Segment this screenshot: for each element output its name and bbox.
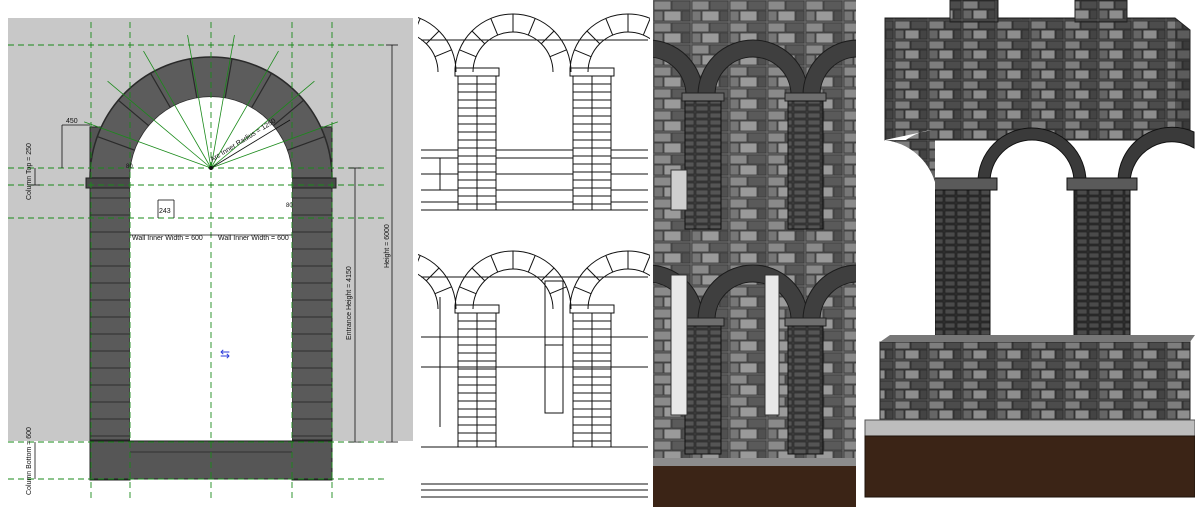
perspective-render bbox=[864, 0, 1195, 498]
flip-control-icon[interactable]: ⇆ bbox=[220, 347, 230, 361]
perspective-opening-left bbox=[990, 136, 1074, 342]
stone-render bbox=[653, 0, 856, 507]
dim-offset-right: 80 bbox=[286, 203, 293, 209]
rendered-perspective-view bbox=[860, 0, 1195, 507]
dim-offset-left: 80 bbox=[126, 164, 133, 170]
dim-offset-mid: 243 bbox=[159, 208, 171, 215]
dim-wall-inner-width-right: Wall Inner Width = 600 bbox=[218, 235, 289, 242]
perspective-base-slab bbox=[864, 419, 1195, 437]
render-base-slab bbox=[653, 458, 856, 466]
elevation-top bbox=[418, 13, 650, 211]
dim-entrance-height: Entrance Height = 4150 bbox=[346, 266, 353, 340]
dim-column-bottom: Column Bottom = 600 bbox=[26, 427, 33, 495]
perspective-lower-wall bbox=[879, 341, 1191, 421]
perspective-opening-right bbox=[1130, 143, 1190, 342]
elevation-bottom bbox=[418, 250, 650, 448]
render-ground bbox=[653, 466, 856, 507]
perspective-ground bbox=[864, 435, 1195, 498]
perspective-column-right bbox=[1073, 181, 1131, 343]
dim-height: Height = 6000 bbox=[384, 224, 391, 268]
dim-wall-inner-width-left: Wall Inner Width = 600 bbox=[132, 235, 203, 242]
perspective-column-left bbox=[934, 181, 991, 343]
cad-drawing-panel: ⇆ 450 Column Top = 250 Arc Inner Radius … bbox=[0, 0, 415, 507]
rendered-front-view bbox=[653, 0, 856, 507]
dim-column-top: Column Top = 250 bbox=[26, 143, 33, 200]
dim-offset-top: 450 bbox=[66, 118, 78, 125]
left-column bbox=[85, 164, 135, 481]
cad-drawing: ⇆ 450 Column Top = 250 Arc Inner Radius … bbox=[8, 18, 413, 500]
arch-opening bbox=[130, 97, 292, 441]
ground-lines bbox=[421, 483, 648, 498]
right-column bbox=[287, 164, 337, 481]
elevation-views-panel bbox=[418, 0, 650, 507]
elevation-drawings bbox=[418, 13, 650, 498]
